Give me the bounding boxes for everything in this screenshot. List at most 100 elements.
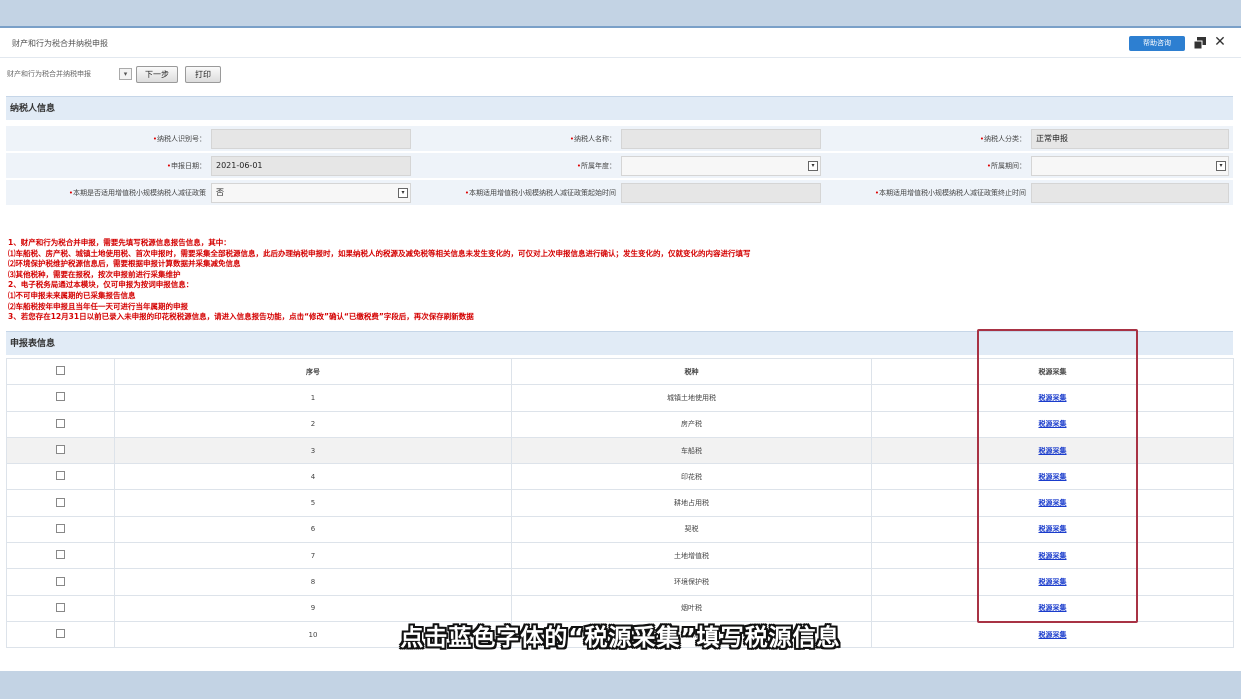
row-checkbox[interactable] <box>56 576 65 586</box>
info-row-2: •申报日期： 2021-06-01 •所属年度： ▾ •所属期间： ▾ <box>6 153 1233 179</box>
chevron-down-icon[interactable]: ▾ <box>1216 161 1226 171</box>
row-select-cell <box>6 384 115 412</box>
bottom-band <box>0 671 1241 699</box>
col-seq-header: 序号 <box>114 357 512 386</box>
period-select[interactable]: ▾ <box>1031 156 1229 176</box>
row-tax: 印花税 <box>511 463 872 491</box>
table-row: 3 车船税 税源采集 <box>6 436 1234 465</box>
app-window: 财产和行为税合并纳税申报 帮助咨询 ✕ 财产和行为税合并纳税申报 ▾ 下一步 打… <box>0 26 1241 671</box>
table-row: 1 城镇土地使用税 税源采集 <box>6 384 1234 412</box>
row-select-cell <box>6 489 115 517</box>
row-select-cell <box>6 542 115 570</box>
year-select[interactable]: ▾ <box>621 156 821 176</box>
table-row: 7 土地增值税 税源采集 <box>6 542 1234 570</box>
taxpayer-name-field[interactable] <box>621 129 821 149</box>
tax-source-collect-link[interactable]: 税源采集 <box>1039 394 1067 402</box>
title-bar: 财产和行为税合并纳税申报 帮助咨询 ✕ <box>0 28 1241 58</box>
row-select-cell <box>6 515 115 544</box>
row-action-cell: 税源采集 <box>871 515 1234 544</box>
notes-block: 1、财产和行为税合并申报，需要先填写税源信息报告信息，其中： ⑴车船税、房产税、… <box>8 238 1228 323</box>
row-seq: 3 <box>114 436 512 465</box>
row-checkbox[interactable] <box>56 602 65 612</box>
taxpayer-section-header: 纳税人信息 <box>6 96 1233 120</box>
row-tax: 土地增值税 <box>511 542 872 570</box>
row-tax: 房产税 <box>511 410 872 438</box>
year-label: •所属年度： <box>576 162 616 170</box>
row-seq: 2 <box>114 410 512 438</box>
policy-select[interactable]: 否 ▾ <box>211 183 411 203</box>
row-checkbox[interactable] <box>56 392 65 402</box>
row-action-cell: 税源采集 <box>871 384 1234 412</box>
row-checkbox[interactable] <box>56 523 65 533</box>
tax-source-collect-link[interactable]: 税源采集 <box>1039 604 1067 612</box>
taxpayer-name-label: •纳税人名称： <box>569 135 616 143</box>
row-checkbox[interactable] <box>56 550 65 560</box>
table-row: 8 环境保护税 税源采集 <box>6 568 1234 596</box>
row-select-cell <box>6 568 115 596</box>
table-row: 4 印花税 税源采集 <box>6 463 1234 491</box>
select-all-cell <box>6 357 115 386</box>
tax-source-collect-link[interactable]: 税源采集 <box>1039 447 1067 455</box>
tax-source-collect-link[interactable]: 税源采集 <box>1039 499 1067 507</box>
tax-source-collect-link[interactable]: 税源采集 <box>1039 578 1067 586</box>
row-seq: 1 <box>114 384 512 412</box>
declaration-section-header: 申报表信息 <box>6 331 1233 355</box>
table-header-row: 序号 税种 税源采集 <box>6 357 1234 386</box>
row-checkbox[interactable] <box>56 497 65 507</box>
row-tax: 车船税 <box>511 436 872 465</box>
note-line: ⑵环境保护税维护税源信息后，需要根据申报计算数据并采集减免信息 <box>8 259 241 269</box>
help-consult-button[interactable]: 帮助咨询 <box>1129 36 1185 51</box>
declare-date-label: •申报日期： <box>166 162 206 170</box>
chevron-down-icon[interactable]: ▾ <box>808 161 818 171</box>
print-button[interactable]: 打印 <box>185 66 221 83</box>
tax-source-collect-link[interactable]: 税源采集 <box>1039 525 1067 533</box>
taxpayer-id-label: •纳税人识别号： <box>152 135 206 143</box>
tax-source-collect-link[interactable]: 税源采集 <box>1039 552 1067 560</box>
row-checkbox[interactable] <box>56 418 65 428</box>
help-label: 帮助咨询 <box>1143 39 1171 47</box>
policy-end-label: •本期适用增值税小规模纳税人减征政策终止时间 <box>874 189 1026 197</box>
row-tax: 城镇土地使用税 <box>511 384 872 412</box>
row-seq: 6 <box>114 515 512 544</box>
row-action-cell: 税源采集 <box>871 463 1234 491</box>
top-band <box>0 0 1241 26</box>
policy-start-label: •本期适用增值税小规模纳税人减征政策起始时间 <box>464 189 616 197</box>
chevron-down-icon[interactable]: ▾ <box>398 188 408 198</box>
chevron-down-icon[interactable]: ▾ <box>119 68 132 80</box>
select-all-checkbox[interactable] <box>56 366 65 376</box>
row-seq: 7 <box>114 542 512 570</box>
row-action-cell: 税源采集 <box>871 410 1234 438</box>
row-action-cell: 税源采集 <box>871 542 1234 570</box>
next-step-button[interactable]: 下一步 <box>136 66 178 83</box>
tax-source-collect-link[interactable]: 税源采集 <box>1039 473 1067 481</box>
period-label: •所属期间： <box>986 162 1026 170</box>
tax-source-collect-link[interactable]: 税源采集 <box>1039 420 1067 428</box>
row-action-cell: 税源采集 <box>871 489 1234 517</box>
close-icon[interactable]: ✕ <box>1213 35 1227 49</box>
row-action-cell: 税源采集 <box>871 568 1234 596</box>
table-row: 5 耕地占用税 税源采集 <box>6 489 1234 517</box>
row-checkbox[interactable] <box>56 471 65 481</box>
row-seq: 5 <box>114 489 512 517</box>
note-line: 1、财产和行为税合并申报，需要先填写税源信息报告信息，其中： <box>8 238 231 247</box>
taxpayer-category-field[interactable]: 正常申报 <box>1031 129 1229 149</box>
row-seq: 4 <box>114 463 512 491</box>
policy-label: •本期是否适用增值税小规模纳税人减征政策 <box>68 189 206 197</box>
row-checkbox[interactable] <box>56 445 65 455</box>
taxpayer-id-field[interactable] <box>211 129 411 149</box>
restore-window-icon[interactable] <box>1193 36 1207 50</box>
video-subtitle: 点击蓝色字体的“税源采集”填写税源信息 <box>400 625 841 651</box>
row-seq: 8 <box>114 568 512 596</box>
policy-start-field[interactable] <box>621 183 821 203</box>
col-tax-header: 税种 <box>511 357 872 386</box>
window-title: 财产和行为税合并纳税申报 <box>12 39 108 48</box>
declare-date-field[interactable]: 2021-06-01 <box>211 156 411 176</box>
row-tax: 环境保护税 <box>511 568 872 596</box>
table-row: 2 房产税 税源采集 <box>6 410 1234 438</box>
note-line: ⑴不可申报未来属期的已采集报告信息 <box>8 290 136 300</box>
row-select-cell <box>6 436 115 465</box>
breadcrumb: 财产和行为税合并纳税申报 <box>7 70 91 78</box>
row-select-cell <box>6 410 115 438</box>
declaration-table: 序号 税种 税源采集 1 城镇土地使用税 税源采集 2 房产税 税源采集 3 车… <box>6 357 1234 649</box>
policy-end-field[interactable] <box>1031 183 1229 203</box>
